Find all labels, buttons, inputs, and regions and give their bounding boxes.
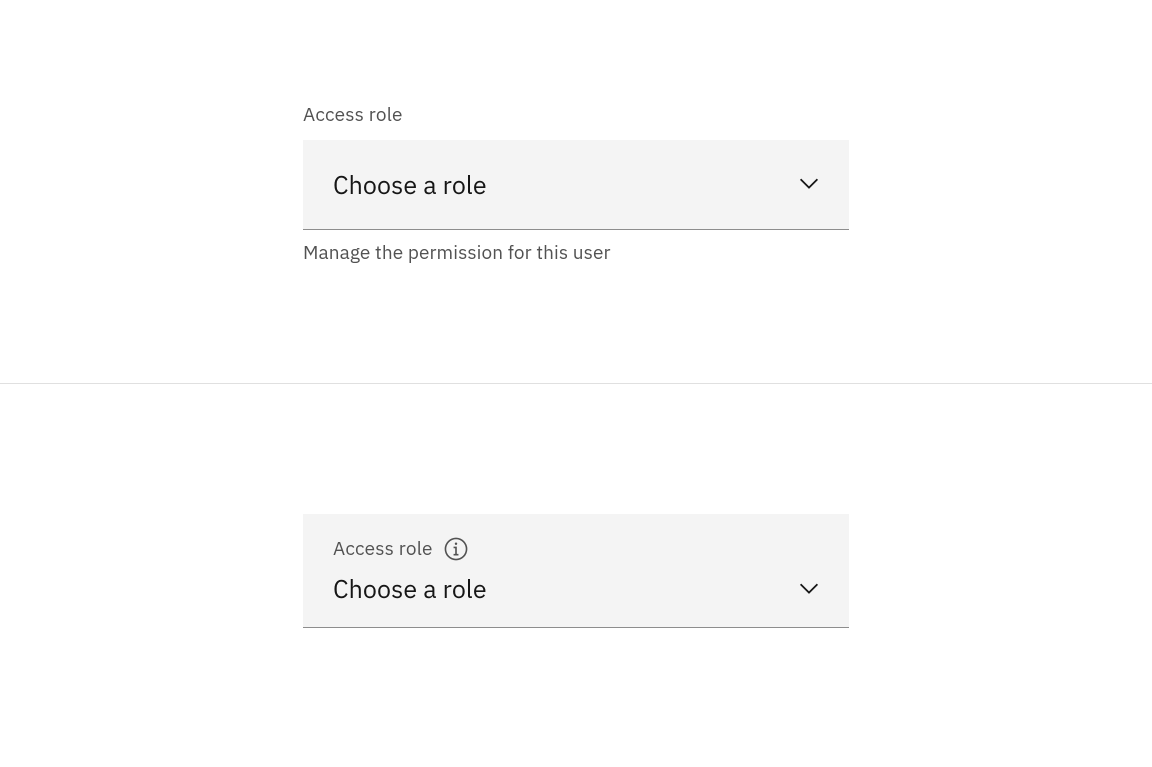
field-label: Access role <box>333 537 433 561</box>
section-divider <box>0 383 1152 384</box>
chevron-down-icon <box>799 178 819 190</box>
dropdown-placeholder: Choose a role <box>333 168 487 201</box>
helper-text: Manage the permission for this user <box>303 241 849 265</box>
dropdown-field-default: Access role Choose a role Manage the per… <box>303 103 849 265</box>
dropdown-field-fluid: Access role Choose a role <box>303 514 849 628</box>
dropdown-placeholder: Choose a role <box>333 572 487 605</box>
info-icon[interactable] <box>443 536 469 562</box>
fluid-value-row: Choose a role <box>333 572 819 605</box>
fluid-label-row: Access role <box>333 536 819 562</box>
role-dropdown-fluid[interactable]: Access role Choose a role <box>303 514 849 628</box>
field-label: Access role <box>303 103 849 128</box>
role-dropdown[interactable]: Choose a role <box>303 140 849 230</box>
chevron-down-icon <box>799 583 819 595</box>
